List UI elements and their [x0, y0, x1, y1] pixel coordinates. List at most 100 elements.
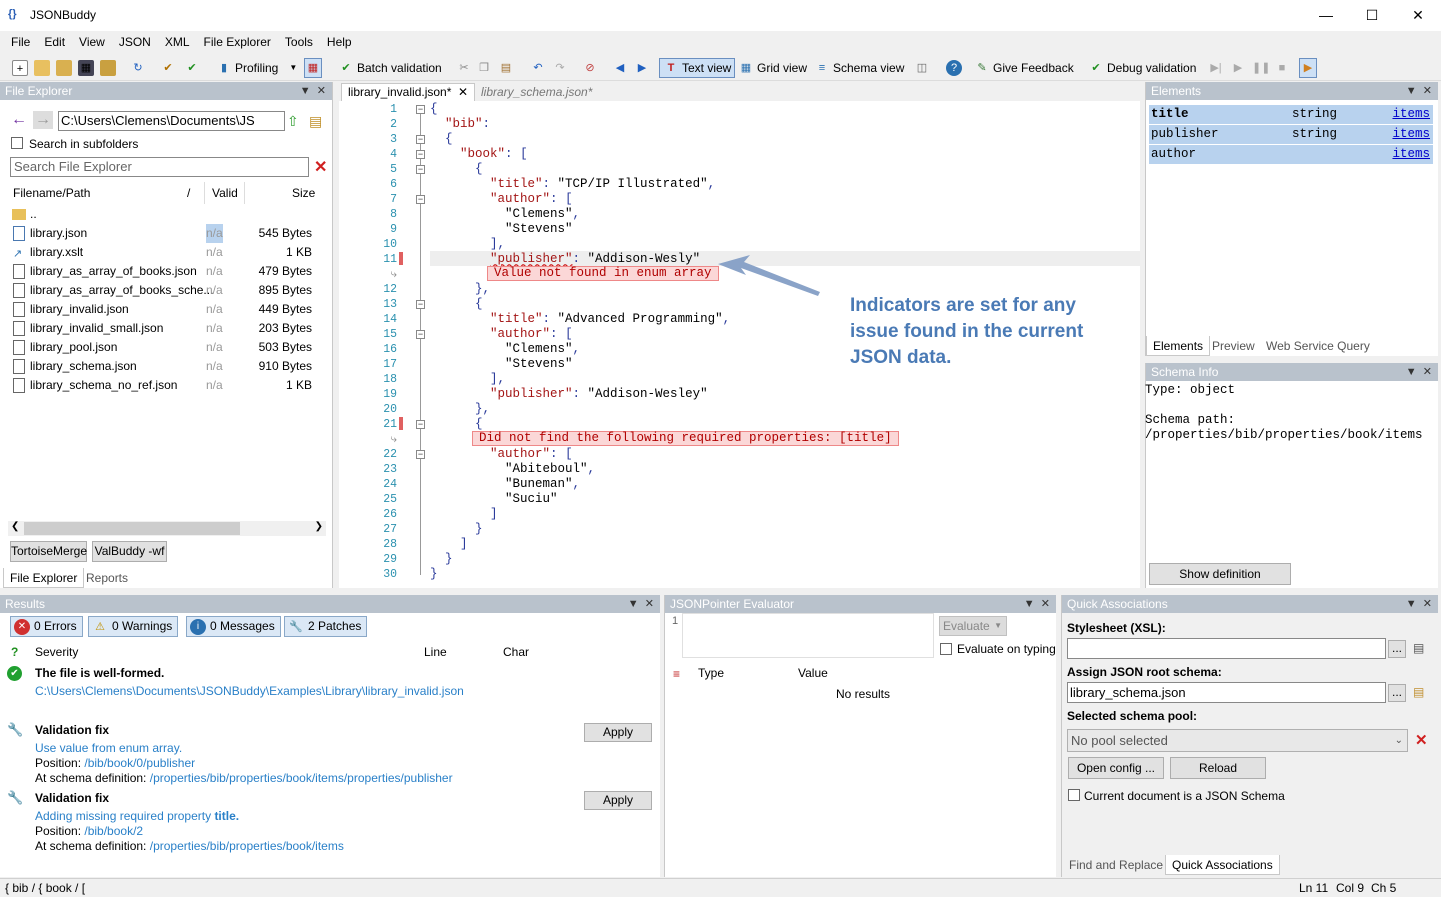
- menu-edit[interactable]: Edit: [37, 31, 72, 53]
- root-schema-input[interactable]: library_schema.json: [1067, 682, 1386, 703]
- fold-toggle-icon[interactable]: −: [416, 195, 425, 204]
- fix2-description[interactable]: Adding missing required property title.: [35, 809, 239, 823]
- back-arrow-icon[interactable]: ←: [11, 111, 29, 129]
- list-item[interactable]: library_pool.json n/a 503 Bytes: [11, 338, 326, 357]
- root-schema-open-icon[interactable]: ▤: [1413, 685, 1424, 699]
- redo-icon[interactable]: ↷: [552, 58, 568, 78]
- save-all-icon[interactable]: [100, 58, 116, 78]
- menu-xml[interactable]: XML: [158, 31, 197, 53]
- col-char[interactable]: Char: [503, 645, 529, 659]
- play-icon[interactable]: ▶: [1230, 58, 1246, 78]
- element-row-publisher[interactable]: publisher string items: [1149, 125, 1433, 144]
- menu-file[interactable]: File: [4, 31, 37, 53]
- fix1-position-link[interactable]: /bib/book/0/publisher: [84, 756, 195, 770]
- list-item[interactable]: library_schema.json n/a 910 Bytes: [11, 357, 326, 376]
- patches-filter-button[interactable]: 🔧 2 Patches: [284, 616, 368, 637]
- up-folder-icon[interactable]: ⇧: [287, 113, 299, 130]
- fix1-description[interactable]: Use value from enum array.: [35, 741, 182, 755]
- cut-icon[interactable]: ✂: [456, 58, 472, 78]
- element-row-title[interactable]: title string items: [1149, 105, 1433, 124]
- tab-library-schema[interactable]: library_schema.json*: [481, 85, 592, 99]
- fold-toggle-icon[interactable]: −: [416, 300, 425, 309]
- clear-search-icon[interactable]: ✕: [314, 157, 327, 177]
- fold-toggle-icon[interactable]: −: [416, 450, 425, 459]
- paste-icon[interactable]: ▤: [498, 58, 514, 78]
- xsl-open-icon[interactable]: ▤: [1413, 641, 1424, 655]
- new-file-icon[interactable]: +: [12, 58, 28, 78]
- open-folder-icon[interactable]: [56, 58, 72, 78]
- col-size[interactable]: Size: [292, 186, 315, 200]
- maximize-button[interactable]: ☐: [1349, 0, 1395, 31]
- json-schema-checkbox[interactable]: [1068, 789, 1080, 801]
- stop-icon[interactable]: ■: [1274, 58, 1290, 78]
- tab-reports[interactable]: Reports: [80, 568, 134, 588]
- file-path-link[interactable]: C:\Users\Clemens\Documents\JSONBuddy\Exa…: [35, 684, 464, 698]
- pause-icon[interactable]: ❚❚: [1252, 58, 1270, 78]
- evaluate-on-typing-checkbox[interactable]: [940, 643, 952, 655]
- tab-close-icon[interactable]: ✕: [458, 84, 468, 101]
- minimize-button[interactable]: —: [1303, 0, 1349, 31]
- search-input[interactable]: Search File Explorer: [10, 157, 309, 177]
- path-input[interactable]: C:\Users\Clemens\Documents\JS: [58, 111, 285, 131]
- horizontal-scrollbar[interactable]: ❮ ❯: [8, 521, 326, 536]
- tab-web-service-query[interactable]: Web Service Query: [1260, 336, 1376, 356]
- messages-filter-button[interactable]: i0 Messages: [186, 616, 281, 637]
- clear-pool-icon[interactable]: ✕: [1415, 731, 1428, 749]
- tab-find-replace[interactable]: Find and Replace: [1063, 855, 1169, 875]
- save-icon[interactable]: ▦: [78, 58, 94, 78]
- batch-validation-button[interactable]: ✔ Batch validation: [338, 58, 441, 78]
- apply-fix2-button[interactable]: Apply: [584, 791, 652, 810]
- close-button[interactable]: ✕: [1395, 0, 1441, 31]
- profiling-button[interactable]: ▮ Profiling ▼: [216, 58, 297, 78]
- open-icon[interactable]: [34, 58, 50, 78]
- col-value[interactable]: Value: [798, 666, 828, 680]
- pointer-input[interactable]: [682, 613, 934, 658]
- list-item[interactable]: ↗ library.xslt n/a 1 KB: [11, 243, 326, 262]
- list-item[interactable]: library.json n/a 545 Bytes: [11, 224, 326, 243]
- search-subfolders-checkbox[interactable]: [11, 137, 23, 149]
- tortoisemerge-button[interactable]: TortoiseMerge: [10, 541, 87, 562]
- list-item[interactable]: library_invalid.json n/a 449 Bytes: [11, 300, 326, 319]
- col-valid[interactable]: Valid: [212, 186, 238, 200]
- schema-pool-select[interactable]: No pool selected ⌄: [1067, 729, 1408, 752]
- text-view-button[interactable]: T Text view: [659, 58, 736, 78]
- list-item[interactable]: library_invalid_small.json n/a 203 Bytes: [11, 319, 326, 338]
- validate-icon[interactable]: ✔: [184, 58, 200, 78]
- grid-view-button[interactable]: ▦ Grid view: [738, 58, 807, 78]
- menu-file-explorer[interactable]: File Explorer: [197, 31, 278, 53]
- step-icon[interactable]: ▶|: [1208, 58, 1224, 78]
- fix1-def-link[interactable]: /properties/bib/properties/book/items/pr…: [150, 771, 453, 785]
- show-definition-button[interactable]: Show definition: [1149, 563, 1291, 585]
- list-item[interactable]: library_as_array_of_books_sche... n/a 895 …: [11, 281, 326, 300]
- tab-file-explorer[interactable]: File Explorer: [3, 568, 85, 588]
- tab-quick-associations[interactable]: Quick Associations: [1165, 855, 1280, 875]
- feedback-button[interactable]: ✎ Give Feedback: [974, 58, 1073, 78]
- open-config-button[interactable]: Open config ...: [1068, 757, 1164, 779]
- fold-toggle-icon[interactable]: −: [416, 165, 425, 174]
- fix2-def-link[interactable]: /properties/bib/properties/book/items: [150, 839, 344, 853]
- grid-toggle-icon[interactable]: ▦: [304, 58, 322, 78]
- errors-filter-button[interactable]: ✕ 0 Errors: [10, 616, 83, 637]
- debug-toggle-icon[interactable]: ▶: [1299, 58, 1317, 78]
- fold-toggle-icon[interactable]: −: [416, 330, 425, 339]
- help-icon[interactable]: ?: [946, 58, 962, 78]
- tab-preview[interactable]: Preview: [1206, 336, 1261, 356]
- col-severity[interactable]: Severity: [35, 645, 78, 659]
- col-filename[interactable]: Filename/Path: [13, 186, 90, 200]
- xsl-input[interactable]: [1067, 638, 1386, 659]
- scroll-right-icon[interactable]: ❯: [315, 521, 323, 532]
- comment-icon[interactable]: ⊘: [582, 58, 598, 78]
- list-item-parent[interactable]: ..: [11, 205, 326, 224]
- scrollbar-thumb[interactable]: [24, 522, 240, 535]
- evaluate-button[interactable]: Evaluate ▼: [939, 616, 1007, 636]
- col-line[interactable]: Line: [424, 645, 447, 659]
- fold-toggle-icon[interactable]: −: [416, 150, 425, 159]
- valbuddy-button[interactable]: ValBuddy -wf: [92, 541, 167, 562]
- split-view-icon[interactable]: ◫: [914, 58, 930, 78]
- undo-icon[interactable]: ↶: [530, 58, 546, 78]
- warnings-filter-button[interactable]: ⚠ 0 Warnings: [88, 616, 179, 637]
- refresh-icon[interactable]: ↻: [130, 58, 146, 78]
- element-row-author[interactable]: author items: [1149, 145, 1433, 164]
- debug-validation-button[interactable]: ✔ Debug validation: [1088, 58, 1196, 78]
- fold-toggle-icon[interactable]: −: [416, 420, 425, 429]
